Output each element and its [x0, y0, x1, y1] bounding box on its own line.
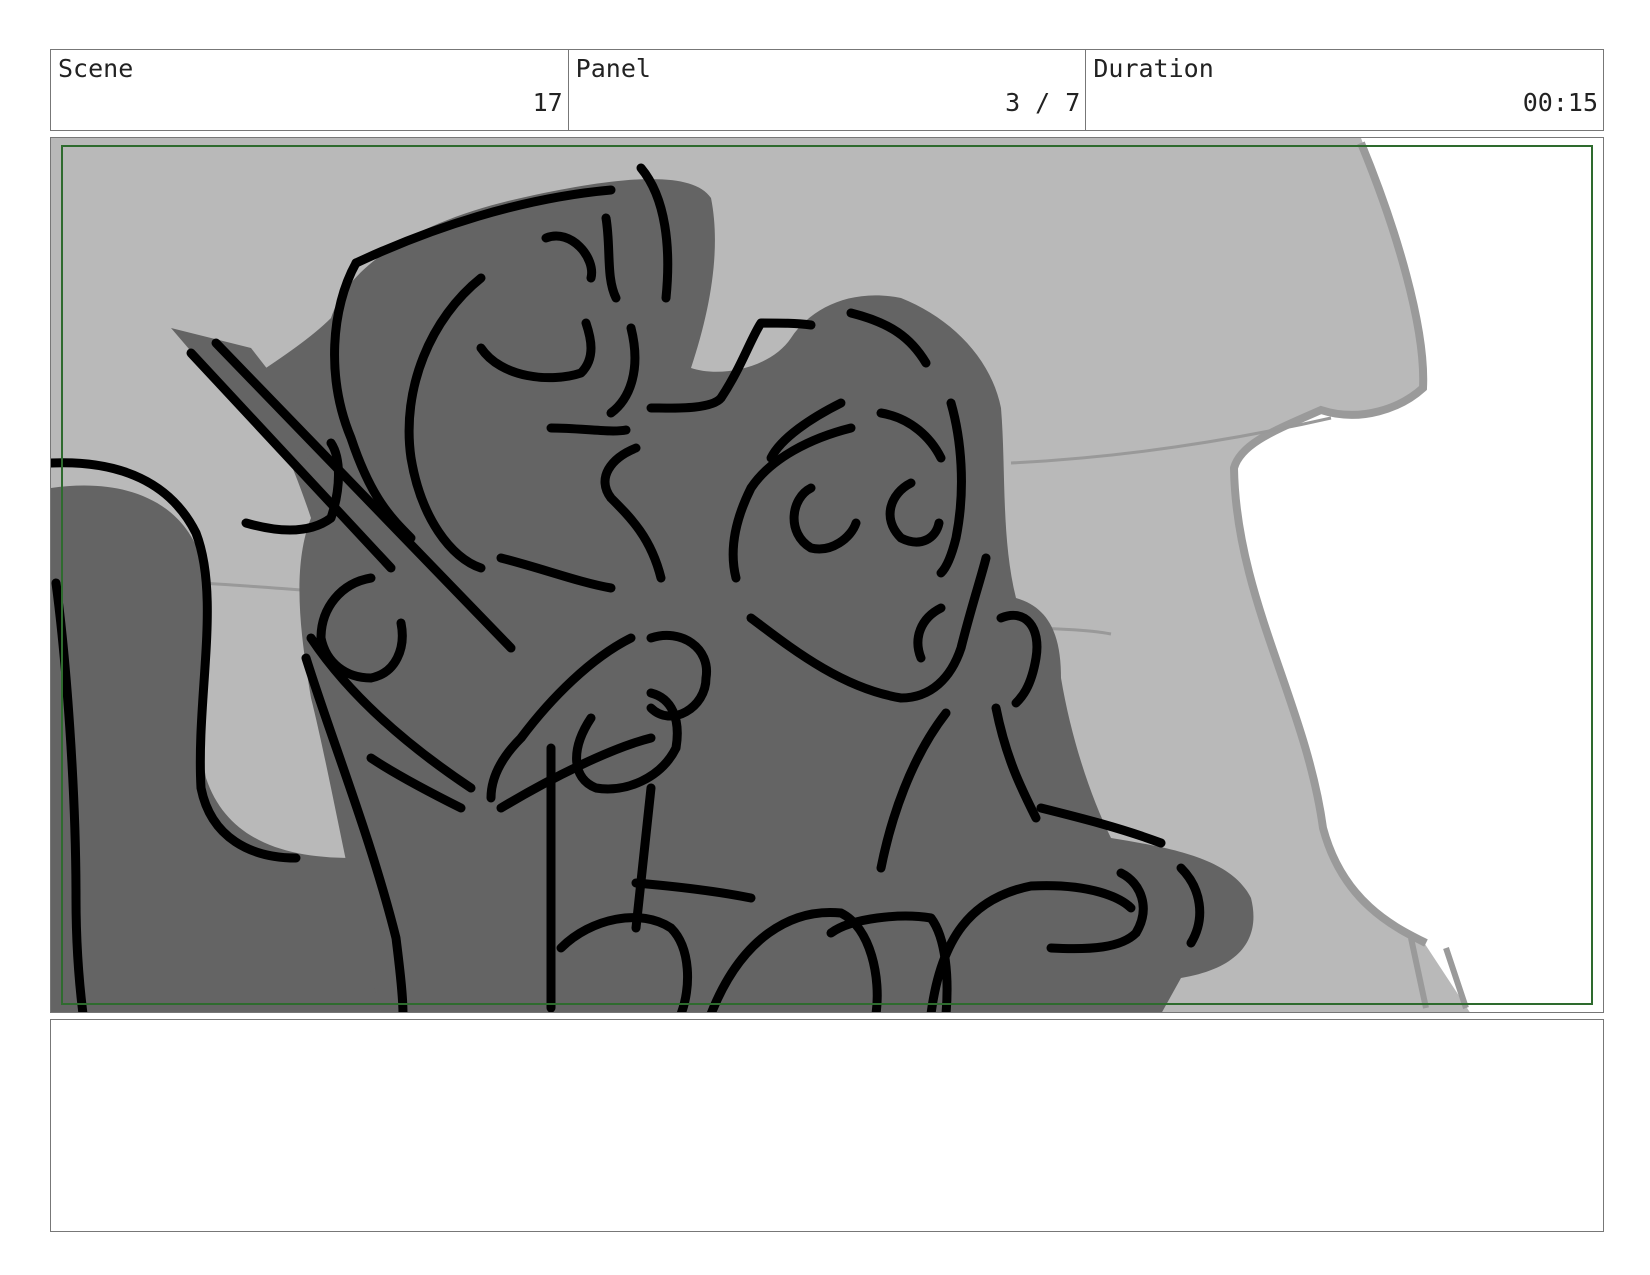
scene-value: 17 — [532, 88, 563, 117]
scene-cell: Scene 17 — [51, 50, 569, 130]
panel-info-header: Scene 17 Panel 3 / 7 Duration 00:15 — [50, 49, 1604, 131]
duration-value: 00:15 — [1522, 88, 1599, 117]
panel-label: Panel — [575, 54, 651, 83]
panel-value: 3 / 7 — [1005, 88, 1081, 117]
duration-label: Duration — [1093, 54, 1214, 83]
scene-label: Scene — [58, 54, 134, 83]
duration-cell: Duration 00:15 — [1086, 50, 1603, 130]
panel-cell: Panel 3 / 7 — [569, 50, 1087, 130]
storyboard-panel — [50, 137, 1604, 1013]
panel-notes-box[interactable] — [50, 1019, 1604, 1232]
storyboard-sketch — [51, 138, 1593, 1012]
